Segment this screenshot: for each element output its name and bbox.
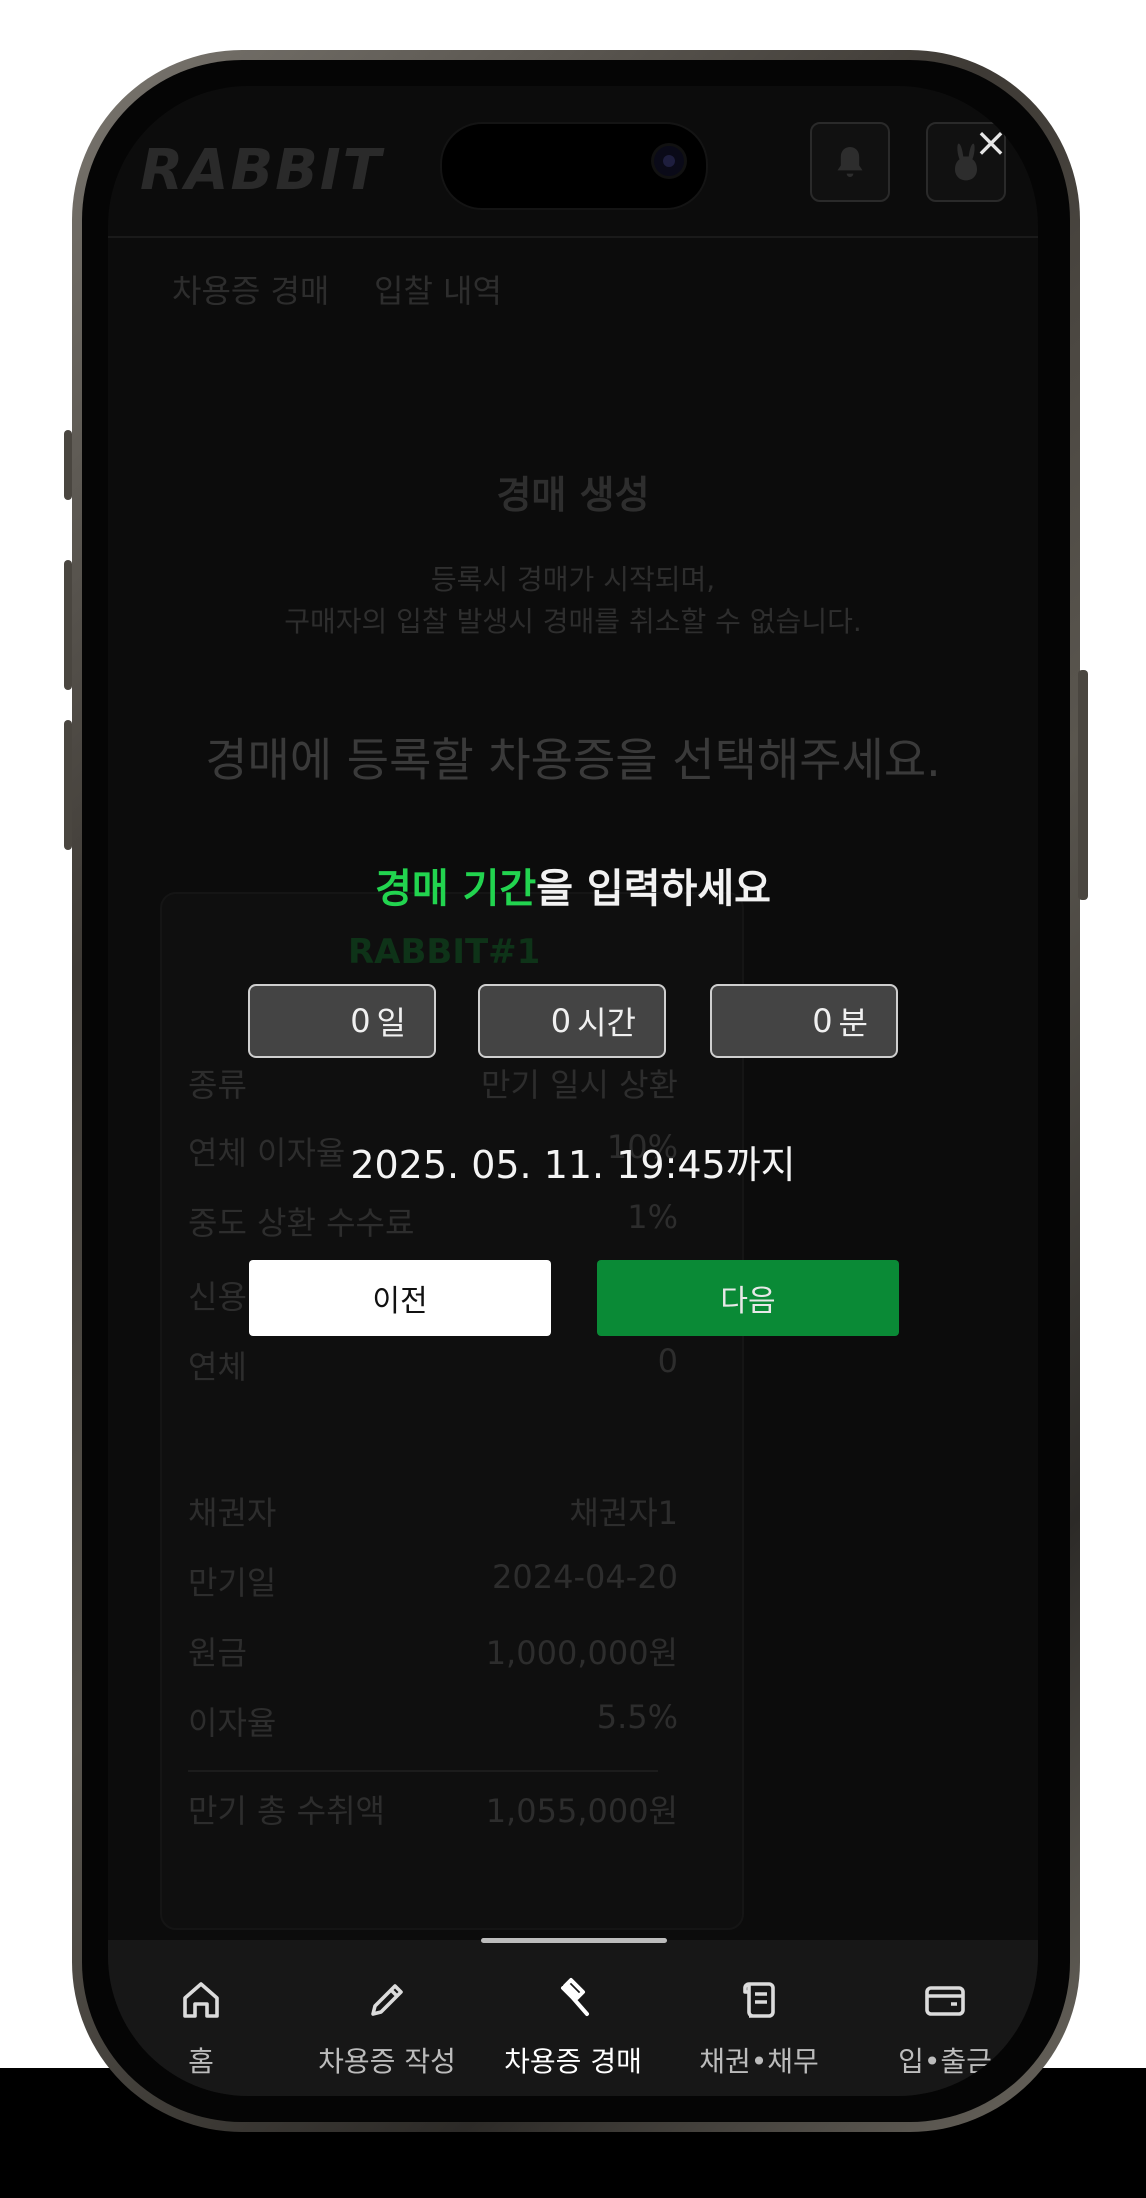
row-label: 원금 [188,1634,247,1672]
minutes-unit: 분 [838,1004,868,1042]
nav-label: 차용증 작성 [318,2045,456,2078]
hours-unit: 시간 [577,1004,636,1042]
power-button [1078,670,1088,900]
row-value: 2024-04-20 [492,1558,678,1596]
active-tab-indicator [481,1938,667,1943]
minutes-input[interactable]: 0분 [710,984,898,1058]
nav-label: 홈 [188,2045,214,2078]
row-label: 이자율 [188,1704,277,1742]
days-input[interactable]: 0일 [248,984,436,1058]
create-desc-1: 등록시 경매가 시작되며, [430,563,716,596]
total-divider [188,1770,658,1772]
nav-label: 입•출금 [898,2045,992,2078]
pen-icon [371,1984,403,2016]
card-name: RABBIT#1 [348,932,541,972]
row-value: 0 [657,1342,678,1380]
mute-switch [64,430,72,500]
row-value: 1,000,000원 [485,1634,678,1672]
gavel-icon [561,1978,589,2016]
nav-item-bonds[interactable]: 채권•채무 [666,1946,852,2086]
nav-label: 채권•채무 [699,2045,819,2078]
next-button[interactable]: 다음 [597,1260,899,1336]
modal-title-rest: 을 입력하세요 [536,866,771,912]
row-label: 종류 [188,1066,247,1104]
row-value: 채권자1 [569,1494,678,1532]
row-label: 채권자 [188,1494,277,1532]
nav-item-home[interactable]: 홈 [108,1946,294,2086]
nav-label: 차용증 경매 [504,2045,642,2078]
camera [654,146,684,176]
modal-title-accent: 경매 기간 [375,866,537,912]
prev-button[interactable]: 이전 [249,1260,551,1336]
row-label: 연체 [188,1348,247,1386]
minutes-value: 0 [812,1002,833,1040]
tab-auction[interactable]: 차용증 경매 [172,266,329,312]
scroll-icon [743,1982,775,2018]
row-label: 중도 상환 수수료 [188,1204,415,1242]
close-icon[interactable]: × [966,118,1016,168]
auction-deadline: 2025. 05. 11. 19:45까지 [350,1143,796,1187]
hours-input[interactable]: 0 시간 [478,984,666,1058]
row-label: 만기일 [188,1564,277,1602]
row-value: 5.5% [596,1698,678,1736]
select-prompt: 경매에 등록할 차용증을 선택해주세요. [205,733,941,787]
nav-item-wallet[interactable]: 입•출금 [852,1946,1038,2086]
create-desc-2: 구매자의 입찰 발생시 경매를 취소할 수 없습니다. [284,605,862,638]
total-label: 만기 총 수취액 [188,1792,385,1830]
days-unit: 일 [376,1004,406,1042]
app-logo: RABBIT [140,138,383,203]
nav-item-write[interactable]: 차용증 작성 [294,1946,480,2086]
days-value: 0 [350,1002,371,1040]
hours-value: 0 [550,1002,572,1040]
volume-down-button [64,720,72,850]
header-divider [108,236,1038,238]
volume-up-button [64,560,72,690]
total-value: 1,055,000원 [485,1792,678,1830]
phone-screen: RABBIT × 차용증 경매 입찰 내역 경매 생성 등록시 경매가 시작되며… [108,86,1038,2096]
create-title: 경매 생성 [496,473,650,517]
nav-item-auction[interactable]: 차용증 경매 [480,1946,666,2086]
tab-bid-history[interactable]: 입찰 내역 [374,266,502,312]
modal-title: 경매 기간을 입력하세요 [108,856,1038,914]
notification-button[interactable] [810,122,890,202]
home-icon [183,1982,219,2018]
row-value: 만기 일시 상환 [481,1066,678,1104]
bell-icon [837,147,863,177]
row-value: 1% [627,1198,678,1236]
wallet-icon [925,1986,965,2016]
background-page: RABBIT × 차용증 경매 입찰 내역 경매 생성 등록시 경매가 시작되며… [108,86,1038,2096]
